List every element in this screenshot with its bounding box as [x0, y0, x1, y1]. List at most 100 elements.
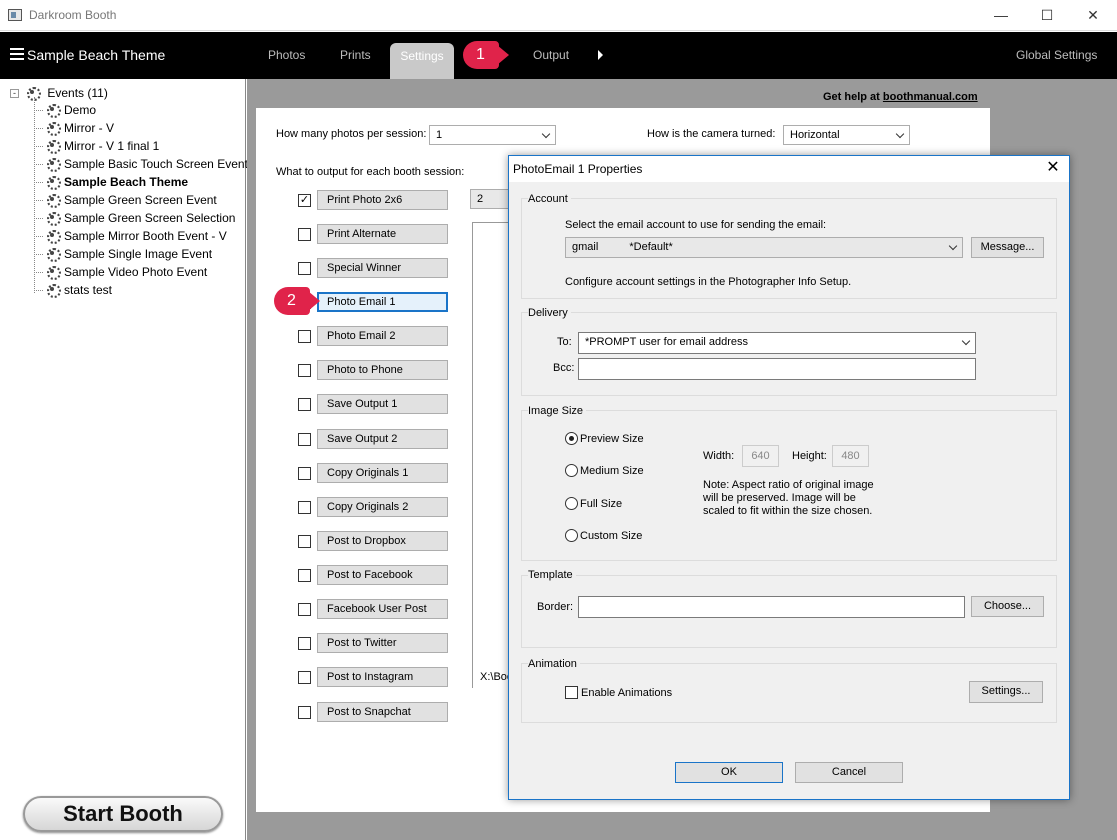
output-button[interactable]: Print Alternate: [317, 224, 448, 244]
event-title: Sample Beach Theme: [27, 47, 166, 63]
tab-prints[interactable]: Prints: [340, 48, 371, 62]
event-icon: [44, 156, 61, 173]
image-size-radio[interactable]: [565, 464, 578, 477]
global-settings-link[interactable]: Global Settings: [1016, 48, 1097, 62]
output-button[interactable]: Post to Dropbox: [317, 531, 448, 551]
to-select[interactable]: *PROMPT user for email address: [578, 332, 976, 354]
output-checkbox[interactable]: [298, 467, 311, 480]
height-label: Height:: [792, 450, 827, 462]
border-input[interactable]: [578, 596, 965, 618]
output-checkbox[interactable]: [298, 398, 311, 411]
ok-button[interactable]: OK: [675, 762, 783, 783]
enable-animations-checkbox[interactable]: [565, 686, 578, 699]
output-button[interactable]: Post to Twitter: [317, 633, 448, 653]
output-checkbox[interactable]: [298, 364, 311, 377]
tab-scroll-right-icon[interactable]: [598, 50, 603, 60]
output-checkbox[interactable]: [298, 569, 311, 582]
output-checkbox[interactable]: [298, 228, 311, 241]
output-button[interactable]: Photo Email 2: [317, 326, 448, 346]
output-checkbox[interactable]: [298, 671, 311, 684]
height-input[interactable]: 480: [832, 445, 869, 467]
output-button[interactable]: Copy Originals 2: [317, 497, 448, 517]
tree-item-event[interactable]: Sample Video Photo Event: [44, 264, 207, 282]
tab-photos[interactable]: Photos: [268, 48, 305, 62]
cancel-button[interactable]: Cancel: [795, 762, 903, 783]
output-checkbox[interactable]: [298, 262, 311, 275]
tree-item-label: Sample Mirror Booth Event - V: [64, 228, 227, 243]
photos-per-session-select[interactable]: 1: [429, 125, 556, 145]
to-value: *PROMPT user for email address: [585, 336, 749, 348]
output-button[interactable]: Photo Email 1: [317, 292, 448, 312]
start-booth-button[interactable]: Start Booth: [23, 796, 223, 832]
dialog-title: PhotoEmail 1 Properties: [513, 162, 643, 176]
output-button[interactable]: Special Winner: [317, 258, 448, 278]
window-title: Darkroom Booth: [29, 8, 117, 22]
image-size-radio[interactable]: [565, 529, 578, 542]
copies-select[interactable]: 2 copie: [470, 189, 510, 209]
choose-button[interactable]: Choose...: [971, 596, 1044, 617]
event-icon: [44, 264, 61, 281]
aspect-note-line: Note: Aspect ratio of original image: [703, 479, 874, 491]
bcc-label: Bcc:: [553, 362, 575, 374]
camera-turned-select[interactable]: Horizontal: [783, 125, 910, 145]
output-button[interactable]: Post to Facebook: [317, 565, 448, 585]
output-button[interactable]: Print Photo 2x6: [317, 190, 448, 210]
collapse-icon[interactable]: -: [10, 89, 19, 98]
tree-item-label: Sample Single Image Event: [64, 246, 213, 261]
output-button[interactable]: Post to Instagram: [317, 667, 448, 687]
tree-item-event[interactable]: Sample Mirror Booth Event - V: [44, 228, 227, 246]
image-size-radio[interactable]: [565, 432, 578, 445]
output-button[interactable]: Save Output 1: [317, 394, 448, 414]
tree-item-event[interactable]: Demo: [44, 102, 96, 120]
image-size-option-label: Medium Size: [580, 465, 644, 477]
output-checkbox[interactable]: [298, 433, 311, 446]
output-button[interactable]: Copy Originals 1: [317, 463, 448, 483]
output-button[interactable]: Photo to Phone: [317, 360, 448, 380]
output-checkbox[interactable]: [298, 706, 311, 719]
image-size-option-label: Preview Size: [580, 433, 644, 445]
message-button[interactable]: Message...: [971, 237, 1044, 258]
tree-item-event[interactable]: Mirror - V: [44, 120, 114, 138]
output-checkbox[interactable]: [298, 330, 311, 343]
bcc-input[interactable]: [578, 358, 976, 380]
email-account-select[interactable]: gmail *Default*: [565, 237, 963, 258]
output-button[interactable]: Facebook User Post: [317, 599, 448, 619]
dialog-close-button[interactable]: ✕: [1043, 159, 1063, 179]
output-checkbox[interactable]: ✓: [298, 194, 311, 207]
output-button[interactable]: Post to Snapchat: [317, 702, 448, 722]
output-label: What to output for each booth session:: [276, 166, 465, 178]
window-titlebar: Darkroom Booth — ☐ ✕: [0, 0, 1117, 31]
tree-guide-line: [34, 97, 35, 293]
image-size-option-label: Full Size: [580, 498, 623, 510]
tree-item-event[interactable]: Sample Green Screen Event: [44, 192, 217, 210]
tree-item-event[interactable]: stats test: [44, 282, 112, 300]
tree-item-label: Mirror - V 1 final 1: [64, 138, 160, 153]
help-link[interactable]: boothmanual.com: [883, 91, 978, 103]
tree-item-event[interactable]: Sample Green Screen Selection: [44, 210, 235, 228]
copies-value: 2 copie: [477, 193, 484, 205]
width-input[interactable]: 640: [742, 445, 779, 467]
tree-root[interactable]: Events (11): [24, 85, 108, 102]
output-checkbox[interactable]: [298, 603, 311, 616]
event-icon: [44, 120, 61, 137]
close-window-button[interactable]: ✕: [1070, 0, 1116, 31]
image-size-radio[interactable]: [565, 497, 578, 510]
animation-group-label: Animation: [528, 658, 580, 670]
maximize-button[interactable]: ☐: [1024, 0, 1070, 31]
output-checkbox[interactable]: [298, 501, 311, 514]
output-checkbox[interactable]: [298, 637, 311, 650]
tab-settings[interactable]: Settings: [390, 43, 454, 79]
tab-output[interactable]: Output: [533, 48, 569, 62]
camera-turned-label: How is the camera turned:: [647, 128, 776, 140]
minimize-button[interactable]: —: [978, 0, 1024, 31]
tree-item-event[interactable]: Mirror - V 1 final 1: [44, 138, 159, 156]
tree-item-event[interactable]: Sample Single Image Event: [44, 246, 212, 264]
animation-settings-button[interactable]: Settings...: [969, 681, 1043, 703]
output-checkbox[interactable]: [298, 535, 311, 548]
tree-item-event[interactable]: Sample Beach Theme: [44, 174, 188, 192]
event-icon: [44, 102, 61, 119]
tree-item-event[interactable]: Sample Basic Touch Screen Event: [44, 156, 248, 174]
hamburger-menu-icon[interactable]: [10, 48, 24, 60]
output-button[interactable]: Save Output 2: [317, 429, 448, 449]
events-icon: [24, 85, 41, 102]
